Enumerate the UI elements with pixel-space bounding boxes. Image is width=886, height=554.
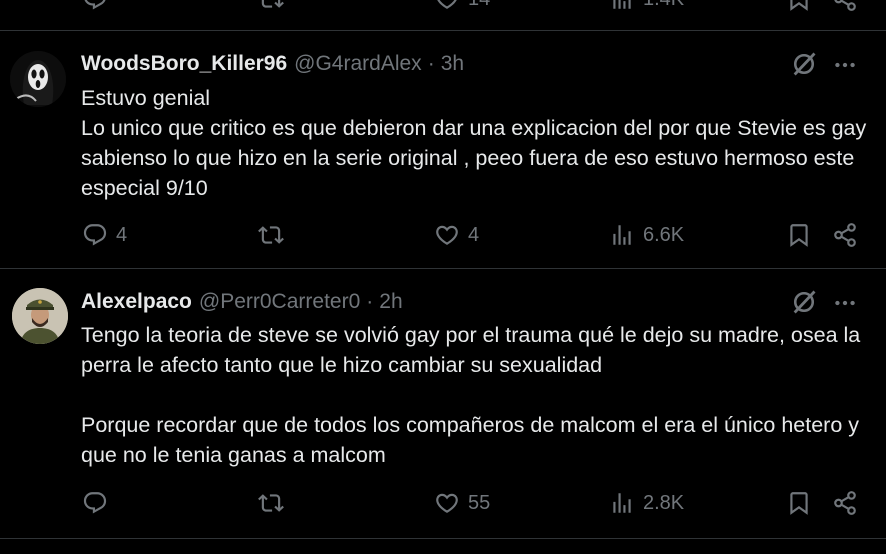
views-button[interactable]: 1.4K xyxy=(609,0,684,12)
views-count: 1.4K xyxy=(643,0,684,11)
like-button[interactable]: 14 xyxy=(434,0,490,12)
bookmark-icon xyxy=(786,490,812,516)
bookmark-button[interactable] xyxy=(786,222,812,248)
like-count: 14 xyxy=(468,0,490,11)
heart-icon xyxy=(434,490,460,516)
views-button[interactable]: 6.6K xyxy=(609,222,684,248)
grok-button[interactable] xyxy=(790,50,818,83)
bookmark-icon xyxy=(786,0,812,12)
post-header: Alexelpaco @Perr0Carreter0 · 2h xyxy=(81,290,403,314)
ghostface-avatar-icon[interactable] xyxy=(10,51,66,107)
grok-button[interactable] xyxy=(790,288,818,321)
user-handle[interactable]: @G4rardAlex xyxy=(294,52,422,76)
timestamp[interactable]: 3h xyxy=(441,52,464,76)
post-text: Tengo la teoria de steve se volvió gay p… xyxy=(81,323,861,467)
more-icon xyxy=(832,290,858,316)
reply-button[interactable] xyxy=(82,0,108,12)
reply-icon xyxy=(82,222,108,248)
display-name[interactable]: WoodsBoro_Killer96 xyxy=(81,52,287,76)
separator-dot: · xyxy=(427,52,435,75)
share-button[interactable] xyxy=(832,490,858,516)
bookmark-icon xyxy=(786,222,812,248)
user-handle[interactable]: @Perr0Carreter0 xyxy=(199,290,360,314)
heart-icon xyxy=(434,0,460,12)
display-name[interactable]: Alexelpaco xyxy=(81,290,192,314)
reply-button[interactable]: 4 xyxy=(82,222,127,248)
timestamp[interactable]: 2h xyxy=(379,290,402,314)
bookmark-button[interactable] xyxy=(786,490,812,516)
post-text: Estuvo genial Lo unico que critico es qu… xyxy=(81,86,867,200)
reply-icon xyxy=(82,0,108,12)
post-divider xyxy=(0,268,886,269)
post-divider xyxy=(0,538,886,539)
repost-icon xyxy=(258,490,284,516)
heart-icon xyxy=(434,222,460,248)
bar-chart-icon xyxy=(609,490,635,516)
views-button[interactable]: 2.8K xyxy=(609,490,684,516)
bookmark-button[interactable] xyxy=(786,0,812,12)
repost-button[interactable] xyxy=(258,0,284,12)
share-icon xyxy=(832,0,858,12)
grok-icon xyxy=(790,288,818,316)
share-icon xyxy=(832,490,858,516)
reply-icon xyxy=(82,490,108,516)
like-button[interactable]: 4 xyxy=(434,222,479,248)
repost-button[interactable] xyxy=(258,490,284,516)
like-button[interactable]: 55 xyxy=(434,490,490,516)
post-divider xyxy=(0,30,886,31)
like-count: 4 xyxy=(468,223,480,246)
views-count: 6.6K xyxy=(643,223,685,246)
more-options-button[interactable] xyxy=(832,290,858,321)
share-button[interactable] xyxy=(832,0,858,12)
soldier-avatar-icon[interactable] xyxy=(12,288,68,344)
repost-icon xyxy=(258,0,284,12)
repost-button[interactable] xyxy=(258,222,284,248)
more-options-button[interactable] xyxy=(832,52,858,83)
grok-icon xyxy=(790,50,818,78)
share-button[interactable] xyxy=(832,222,858,248)
reply-count: 4 xyxy=(116,223,128,246)
separator-dot: · xyxy=(366,290,374,313)
more-icon xyxy=(832,52,858,78)
reply-button[interactable] xyxy=(82,490,108,516)
post-header: WoodsBoro_Killer96 @G4rardAlex · 3h xyxy=(81,52,464,76)
repost-icon xyxy=(258,222,284,248)
bar-chart-icon xyxy=(609,222,635,248)
bar-chart-icon xyxy=(609,0,635,12)
like-count: 55 xyxy=(468,491,491,514)
views-count: 2.8K xyxy=(643,491,685,514)
share-icon xyxy=(832,222,858,248)
